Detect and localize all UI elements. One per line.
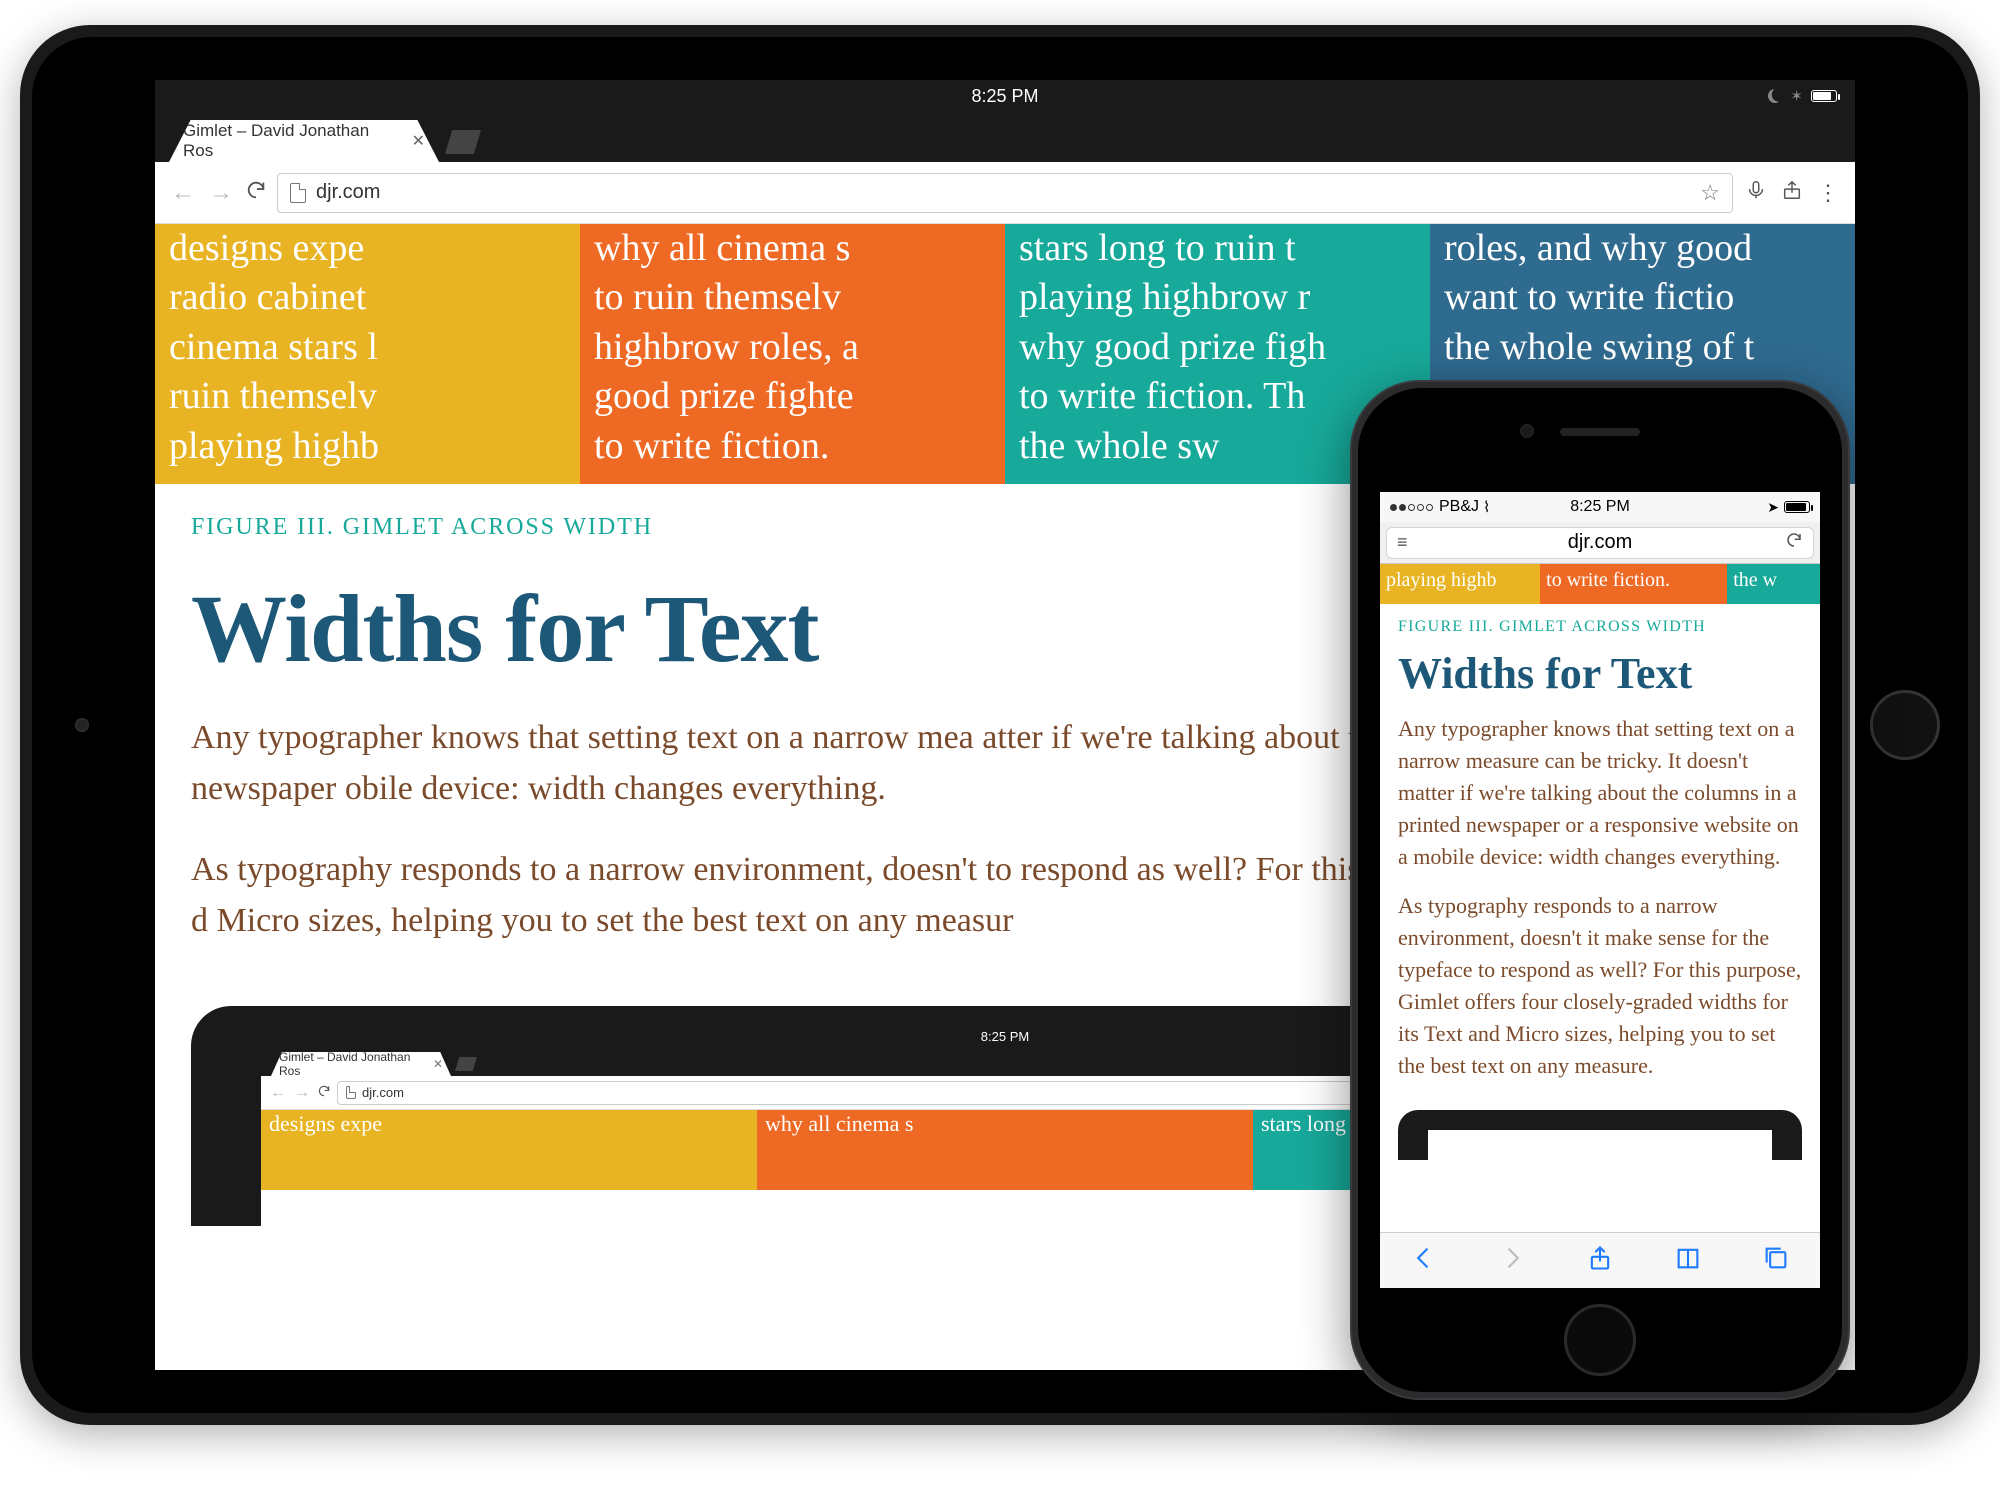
new-tab-button[interactable] [445,130,481,154]
share-icon[interactable] [1779,179,1805,207]
iphone-device: PB&J ⌇ 8:25 PM ➤ ≡ djr.com playing highb… [1350,380,1850,1400]
specimen-col-yellow: designs expe radio cabinet cinema stars … [155,224,580,484]
do-not-disturb-icon [1766,87,1784,105]
carrier-label: PB&J [1439,498,1479,516]
safari-back-button[interactable] [1410,1244,1438,1277]
iphone-status-bar: PB&J ⌇ 8:25 PM ➤ [1380,492,1820,522]
iphone-battery-icon [1784,501,1810,513]
reload-button[interactable] [245,179,267,206]
iphone-col-yellow: playing highb [1380,564,1540,604]
nested-browser-tab: Gimlet – David Jonathan Ros✕ [271,1052,451,1076]
safari-toolbar [1380,1232,1820,1288]
iphone-webpage-content[interactable]: playing highb to write fiction. the w FI… [1380,564,1820,1232]
iphone-article-heading: Widths for Text [1380,642,1820,713]
chrome-tab-bar: Gimlet – David Jonathan Ros ✕ [155,112,1855,162]
safari-tabs-button[interactable] [1762,1244,1790,1277]
url-text: djr.com [316,181,380,204]
specimen-col-orange: why all cinema s to ruin themselv highbr… [580,224,1005,484]
menu-icon[interactable]: ⋮ [1815,180,1841,206]
iphone-col-orange: to write fiction. [1540,564,1727,604]
iphone-paragraph-1: Any typographer knows that setting text … [1380,713,1820,890]
status-time: 8:25 PM [971,86,1038,107]
iphone-status-time: 8:25 PM [1570,498,1630,516]
voice-search-icon[interactable] [1743,179,1769,207]
browser-tab[interactable]: Gimlet – David Jonathan Ros ✕ [169,120,439,162]
ipad-camera [75,718,89,732]
close-tab-icon[interactable]: ✕ [412,131,425,151]
signal-dots-icon [1390,498,1435,516]
bluetooth-icon: ✶ [1790,87,1803,105]
iphone-nested-illustration [1398,1110,1802,1160]
wifi-icon: ⌇ [1483,498,1490,516]
page-icon [290,183,306,203]
battery-icon [1811,90,1837,102]
forward-button[interactable]: → [207,179,235,207]
iphone-home-button[interactable] [1564,1304,1636,1376]
chrome-toolbar: ← → djr.com ☆ ⋮ [155,162,1855,224]
reader-view-icon[interactable]: ≡ [1397,532,1408,553]
tab-title: Gimlet – David Jonathan Ros [183,121,402,161]
ipad-home-button[interactable] [1870,690,1940,760]
bookmark-star-icon[interactable]: ☆ [1700,180,1720,206]
safari-share-button[interactable] [1586,1244,1614,1277]
safari-reload-icon[interactable] [1785,531,1803,555]
location-icon: ➤ [1767,499,1779,516]
iphone-col-teal: the w [1727,564,1820,604]
safari-url-text: djr.com [1568,531,1632,554]
iphone-screen: PB&J ⌇ 8:25 PM ➤ ≡ djr.com playing highb… [1380,492,1820,1288]
iphone-figure-caption: FIGURE III. GIMLET ACROSS WIDTH [1380,604,1820,642]
iphone-speaker [1560,428,1640,436]
ipad-status-bar: 8:25 PM ✶ [155,80,1855,112]
back-button[interactable]: ← [169,179,197,207]
iphone-paragraph-2: As typography responds to a narrow envir… [1380,890,1820,1099]
iphone-camera [1520,424,1534,438]
address-bar[interactable]: djr.com ☆ [277,173,1733,213]
safari-bookmarks-button[interactable] [1674,1244,1702,1277]
safari-address-bar[interactable]: ≡ djr.com [1380,522,1820,564]
safari-forward-button[interactable] [1498,1244,1526,1277]
iphone-specimen-row: playing highb to write fiction. the w [1380,564,1820,604]
